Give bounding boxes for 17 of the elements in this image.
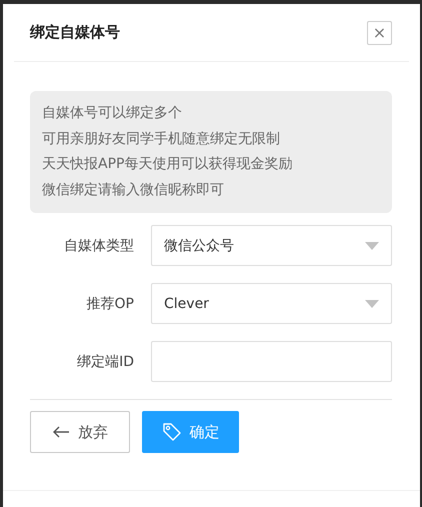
notice-text: 微信绑定请输入微信昵称即可 [42, 180, 225, 200]
field-label: 推荐OP [86, 294, 134, 312]
dropdown-caret-icon [365, 300, 379, 308]
field-label: 绑定端ID [76, 352, 134, 370]
close-button[interactable]: × [367, 20, 392, 44]
left-arrow-icon [52, 426, 70, 438]
dropdown-caret-icon [365, 242, 379, 250]
dialog-title: 绑定自媒体号 [30, 23, 120, 42]
notice-text: 自媒体号可以绑定多个 [42, 104, 183, 123]
field-label: 自媒体类型 [63, 236, 134, 254]
select-field[interactable]: 微信公众号 [151, 225, 392, 266]
notice-text: 天天快报APP每天使用可以获得现金奖励 [42, 155, 294, 174]
cancel-button[interactable]: 放弃 [30, 411, 130, 453]
input-field[interactable] [151, 341, 392, 382]
notice-text: 可用亲朋好友同学手机随意绑定无限制 [42, 130, 281, 148]
select-field[interactable]: Clever [151, 283, 392, 324]
tag-icon [162, 422, 182, 442]
